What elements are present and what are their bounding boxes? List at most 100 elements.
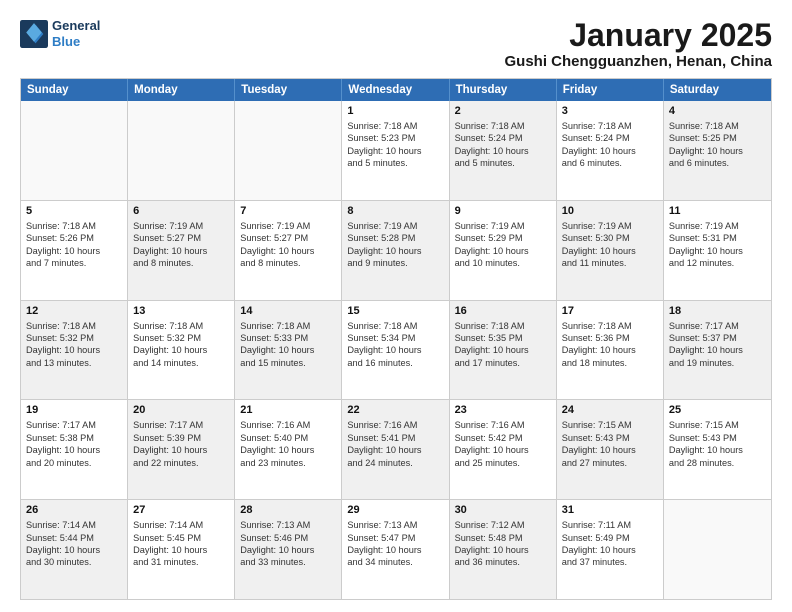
weekday-header: Tuesday [235,79,342,101]
day-info: and 36 minutes. [455,556,551,568]
day-number: 25 [669,403,766,418]
day-info: Sunset: 5:25 PM [669,132,766,144]
calendar-cell: 10Sunrise: 7:19 AMSunset: 5:30 PMDayligh… [557,201,664,300]
day-info: Sunrise: 7:17 AM [26,419,122,431]
day-info: Daylight: 10 hours [26,444,122,456]
logo-text: General Blue [52,18,100,49]
day-info: Sunrise: 7:19 AM [562,220,658,232]
day-info: Sunrise: 7:18 AM [562,120,658,132]
day-info: Sunrise: 7:14 AM [26,519,122,531]
day-info: Sunset: 5:36 PM [562,332,658,344]
calendar-cell: 8Sunrise: 7:19 AMSunset: 5:28 PMDaylight… [342,201,449,300]
day-info: Sunrise: 7:17 AM [669,320,766,332]
day-info: Sunrise: 7:19 AM [240,220,336,232]
day-info: Sunset: 5:30 PM [562,232,658,244]
day-info: Sunrise: 7:18 AM [455,120,551,132]
day-info: Sunrise: 7:18 AM [26,320,122,332]
day-info: Daylight: 10 hours [240,245,336,257]
day-number: 6 [133,204,229,219]
page: General Blue January 2025 Gushi Chenggua… [0,0,792,612]
calendar-cell: 23Sunrise: 7:16 AMSunset: 5:42 PMDayligh… [450,400,557,499]
calendar-cell: 22Sunrise: 7:16 AMSunset: 5:41 PMDayligh… [342,400,449,499]
weekday-header: Monday [128,79,235,101]
day-info: Daylight: 10 hours [669,245,766,257]
day-info: Sunrise: 7:11 AM [562,519,658,531]
logo-line1: General [52,18,100,34]
day-number: 23 [455,403,551,418]
calendar-cell: 30Sunrise: 7:12 AMSunset: 5:48 PMDayligh… [450,500,557,599]
day-info: Sunrise: 7:18 AM [240,320,336,332]
logo-line2: Blue [52,34,100,50]
day-number: 19 [26,403,122,418]
day-info: and 5 minutes. [455,157,551,169]
day-info: Sunset: 5:38 PM [26,432,122,444]
calendar-cell: 5Sunrise: 7:18 AMSunset: 5:26 PMDaylight… [21,201,128,300]
month-title: January 2025 [504,18,772,53]
day-number: 24 [562,403,658,418]
day-info: Daylight: 10 hours [455,544,551,556]
day-info: Daylight: 10 hours [455,145,551,157]
day-info: Daylight: 10 hours [26,245,122,257]
calendar-cell [21,101,128,200]
day-info: and 23 minutes. [240,457,336,469]
calendar-cell: 3Sunrise: 7:18 AMSunset: 5:24 PMDaylight… [557,101,664,200]
day-info: Daylight: 10 hours [240,444,336,456]
day-number: 27 [133,503,229,518]
day-number: 3 [562,104,658,119]
day-info: Sunset: 5:37 PM [669,332,766,344]
day-info: Daylight: 10 hours [455,245,551,257]
day-info: and 22 minutes. [133,457,229,469]
day-info: Sunset: 5:24 PM [562,132,658,144]
calendar-cell [235,101,342,200]
day-info: Sunset: 5:49 PM [562,532,658,544]
day-info: and 6 minutes. [562,157,658,169]
day-info: Sunset: 5:27 PM [240,232,336,244]
day-info: Daylight: 10 hours [240,544,336,556]
day-number: 5 [26,204,122,219]
location-title: Gushi Chengguanzhen, Henan, China [504,53,772,70]
day-info: Daylight: 10 hours [26,344,122,356]
day-info: and 20 minutes. [26,457,122,469]
day-info: Sunset: 5:43 PM [669,432,766,444]
calendar: SundayMondayTuesdayWednesdayThursdayFrid… [20,78,772,600]
day-info: and 37 minutes. [562,556,658,568]
day-info: and 31 minutes. [133,556,229,568]
day-info: and 17 minutes. [455,357,551,369]
day-info: and 11 minutes. [562,257,658,269]
day-info: Sunset: 5:31 PM [669,232,766,244]
day-info: Sunrise: 7:18 AM [26,220,122,232]
calendar-body: 1Sunrise: 7:18 AMSunset: 5:23 PMDaylight… [21,101,771,599]
day-info: Sunrise: 7:12 AM [455,519,551,531]
day-number: 7 [240,204,336,219]
day-info: Sunrise: 7:14 AM [133,519,229,531]
day-info: and 6 minutes. [669,157,766,169]
day-info: Sunset: 5:34 PM [347,332,443,344]
calendar-cell: 31Sunrise: 7:11 AMSunset: 5:49 PMDayligh… [557,500,664,599]
calendar-row: 1Sunrise: 7:18 AMSunset: 5:23 PMDaylight… [21,101,771,201]
weekday-header: Saturday [664,79,771,101]
day-info: Sunrise: 7:19 AM [347,220,443,232]
day-number: 31 [562,503,658,518]
calendar-row: 12Sunrise: 7:18 AMSunset: 5:32 PMDayligh… [21,301,771,401]
day-info: Sunrise: 7:18 AM [562,320,658,332]
day-number: 22 [347,403,443,418]
weekday-header: Friday [557,79,664,101]
calendar-cell: 15Sunrise: 7:18 AMSunset: 5:34 PMDayligh… [342,301,449,400]
calendar-cell: 24Sunrise: 7:15 AMSunset: 5:43 PMDayligh… [557,400,664,499]
day-info: and 30 minutes. [26,556,122,568]
day-info: Daylight: 10 hours [240,344,336,356]
day-info: and 12 minutes. [669,257,766,269]
day-info: and 28 minutes. [669,457,766,469]
calendar-cell: 27Sunrise: 7:14 AMSunset: 5:45 PMDayligh… [128,500,235,599]
day-info: and 33 minutes. [240,556,336,568]
day-info: Sunrise: 7:18 AM [455,320,551,332]
calendar-cell: 18Sunrise: 7:17 AMSunset: 5:37 PMDayligh… [664,301,771,400]
day-number: 15 [347,304,443,319]
day-number: 8 [347,204,443,219]
day-info: Sunset: 5:35 PM [455,332,551,344]
day-info: Sunset: 5:39 PM [133,432,229,444]
calendar-cell: 28Sunrise: 7:13 AMSunset: 5:46 PMDayligh… [235,500,342,599]
day-info: Daylight: 10 hours [347,145,443,157]
day-number: 13 [133,304,229,319]
calendar-row: 19Sunrise: 7:17 AMSunset: 5:38 PMDayligh… [21,400,771,500]
